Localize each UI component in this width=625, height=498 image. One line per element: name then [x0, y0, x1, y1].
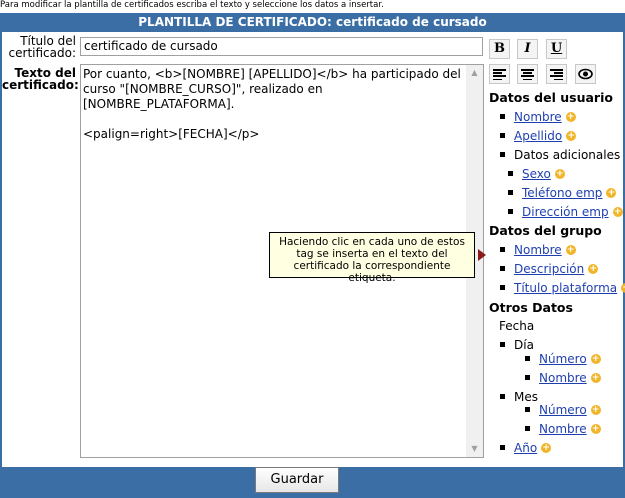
tooltip-arrow-icon	[478, 249, 486, 261]
tag-user-address[interactable]: Dirección emp +	[508, 205, 623, 219]
plus-icon: +	[541, 442, 552, 453]
align-center-button[interactable]	[517, 64, 538, 84]
help-tooltip: Haciendo clic en cada uno de estos tag s…	[269, 232, 475, 284]
align-left-button[interactable]	[489, 64, 510, 84]
plus-icon: +	[554, 168, 565, 179]
bold-button[interactable]: B	[489, 39, 510, 59]
plus-icon: +	[606, 187, 617, 198]
tag-group-description[interactable]: Descripción +	[500, 262, 599, 276]
tag-user-lastname[interactable]: Apellido +	[500, 129, 577, 143]
plus-icon: +	[565, 111, 576, 122]
tag-user-name[interactable]: Nombre +	[500, 110, 576, 124]
date-label: Fecha	[499, 319, 535, 333]
italic-button[interactable]: I	[517, 39, 538, 59]
tag-user-phone[interactable]: Teléfono emp +	[508, 186, 617, 200]
text-label-line2: certificado:	[2, 78, 79, 92]
tag-group-name[interactable]: Nombre +	[500, 243, 576, 257]
plus-icon: +	[590, 404, 601, 415]
user-section-heading: Datos del usuario	[489, 90, 613, 105]
tag-year[interactable]: Año +	[500, 441, 552, 455]
underline-button[interactable]: U	[546, 39, 567, 59]
plus-icon: +	[590, 353, 601, 364]
plus-icon: +	[590, 372, 601, 383]
preview-button[interactable]	[575, 64, 596, 84]
plus-icon: +	[612, 206, 623, 217]
month-label: Mes	[500, 390, 538, 404]
scroll-up-icon[interactable]: ▲	[466, 65, 483, 81]
eye-icon	[578, 68, 593, 80]
instructions-text: Para modificar la plantilla de certifica…	[0, 0, 384, 10]
page-title: PLANTILLA DE CERTIFICADO: certificado de…	[138, 15, 487, 29]
day-label: Día	[500, 338, 534, 352]
scroll-down-icon[interactable]: ▼	[466, 441, 483, 457]
other-section-heading: Otros Datos	[489, 300, 573, 315]
plus-icon: +	[565, 244, 576, 255]
save-button[interactable]: Guardar	[255, 467, 339, 493]
tag-day-name[interactable]: Nombre +	[525, 371, 601, 385]
title-label: Título del certificado:	[2, 35, 76, 59]
align-right-icon	[550, 69, 563, 81]
certificate-text-content: Por cuanto, <b>[NOMBRE] [APELLIDO]</b> h…	[83, 67, 461, 141]
plus-icon: +	[566, 130, 577, 141]
tag-group-platform[interactable]: Título plataforma+	[500, 281, 625, 295]
plus-icon: +	[588, 263, 599, 274]
align-right-button[interactable]	[546, 64, 567, 84]
align-center-icon	[521, 69, 534, 81]
plus-icon: +	[590, 423, 601, 434]
text-label: Texto del certificado:	[2, 67, 79, 92]
user-extra-label: Datos adicionales	[500, 148, 620, 162]
tag-day-number[interactable]: Número +	[525, 352, 601, 366]
group-section-heading: Datos del grupo	[489, 223, 602, 238]
plus-icon: +	[621, 282, 625, 293]
tag-user-sex[interactable]: Sexo +	[508, 167, 565, 181]
align-left-icon	[493, 69, 506, 81]
certificate-title-input[interactable]: certificado de cursado	[80, 37, 483, 56]
title-label-line2: certificado:	[8, 46, 76, 60]
tag-month-name[interactable]: Nombre +	[525, 422, 601, 436]
tag-month-number[interactable]: Número +	[525, 403, 601, 417]
